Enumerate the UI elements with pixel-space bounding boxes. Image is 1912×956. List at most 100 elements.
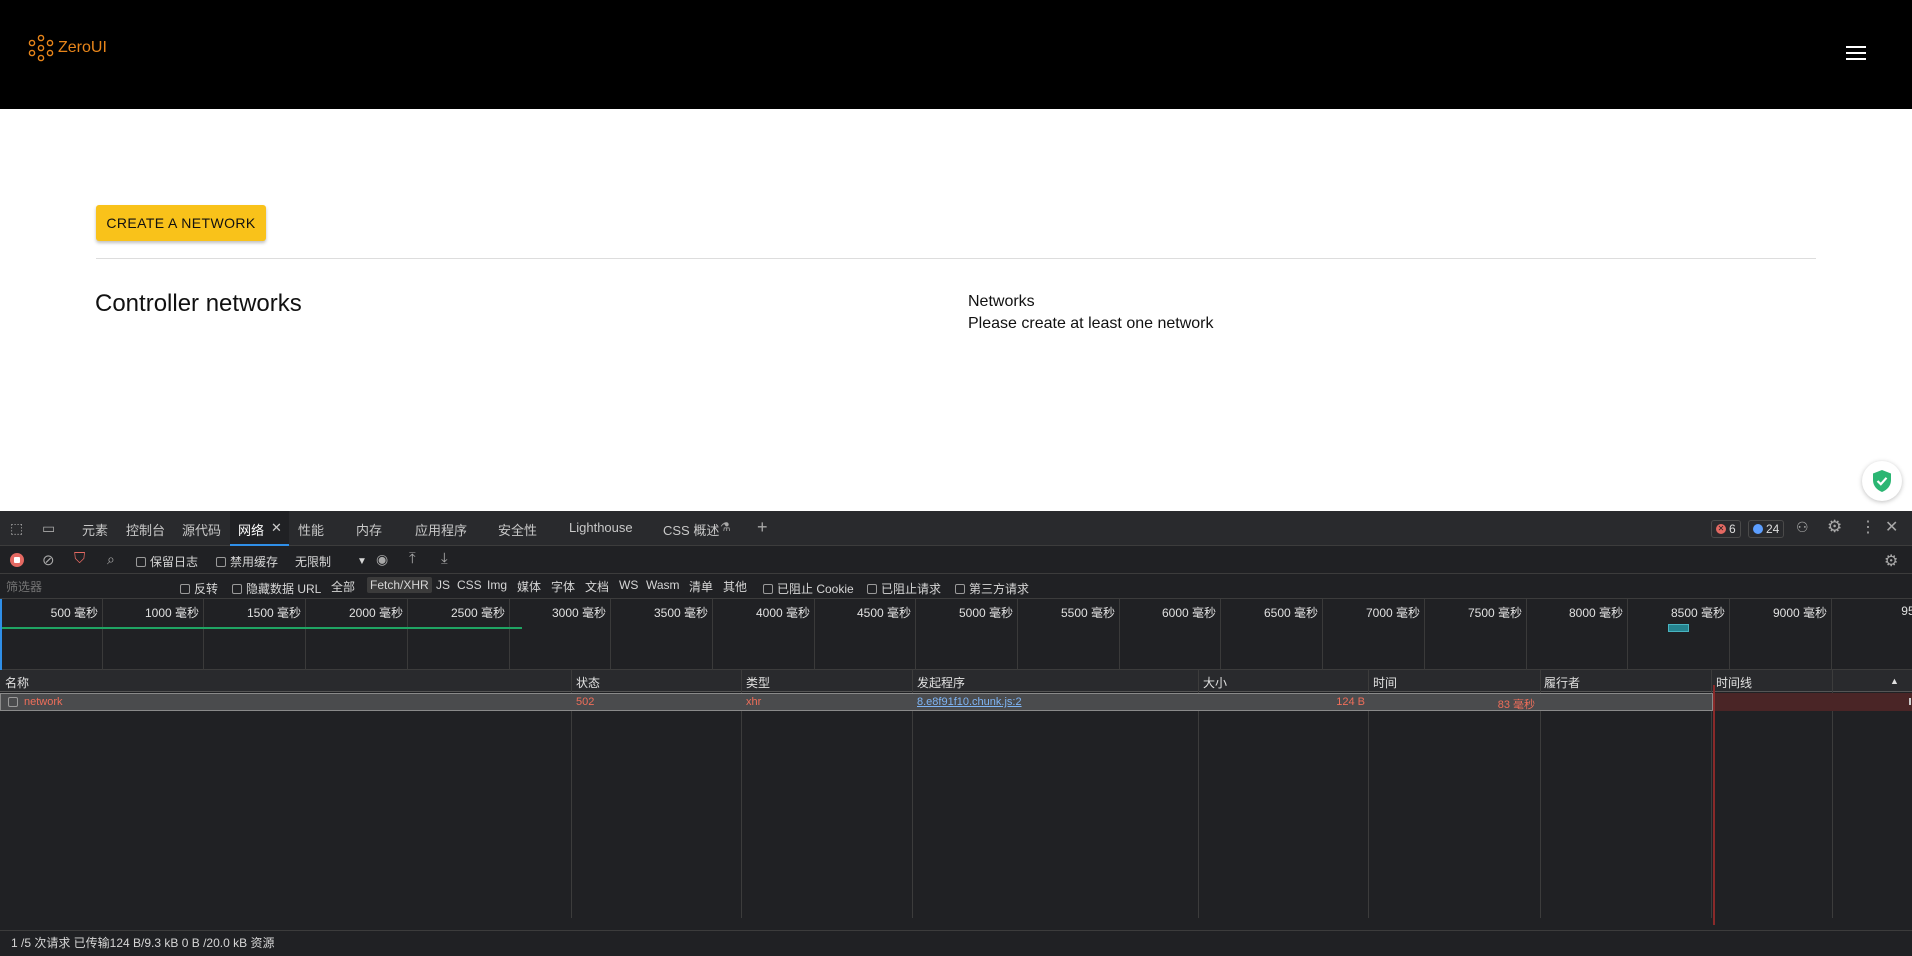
col-header-name[interactable]: 名称 [5, 674, 29, 691]
tab-elements[interactable]: 元素 [82, 520, 108, 539]
logo-text: ZeroUI [58, 39, 107, 56]
tab-memory[interactable]: 内存 [356, 520, 382, 539]
type-filter-fetch-xhr[interactable]: Fetch/XHR [367, 577, 432, 593]
logo[interactable]: ZeroUI [28, 34, 107, 62]
waterfall-marker [1713, 685, 1715, 925]
error-icon: ✕ [1716, 524, 1726, 534]
col-header-size[interactable]: 大小 [1203, 674, 1227, 691]
tab-console[interactable]: 控制台 [126, 520, 165, 539]
request-status: 502 [576, 696, 595, 708]
preserve-log-checkbox[interactable]: 保留日志 [136, 553, 198, 570]
overview-tick-label: 8500 毫秒 [1670, 606, 1725, 620]
search-icon[interactable]: ⌕ [107, 551, 115, 568]
blocked-cookies-checkbox[interactable]: 已阻止 Cookie [763, 580, 854, 597]
type-filter-ws[interactable]: WS [619, 578, 638, 592]
third-party-checkbox[interactable]: 第三方请求 [955, 580, 1029, 597]
table-row[interactable]: network 502 xhr 8.e8f91f10.chunk.js:2 12… [0, 693, 1713, 711]
type-filter-all[interactable]: 全部 [331, 578, 355, 595]
throttle-select[interactable]: 无限制 ▼ [295, 553, 367, 570]
divider [96, 258, 1816, 259]
overview-tick [1322, 599, 1323, 670]
flask-icon: ⚗ [720, 520, 731, 534]
request-initiator-link[interactable]: 8.e8f91f10.chunk.js:2 [917, 696, 1022, 708]
type-filter-media[interactable]: 媒体 [517, 578, 541, 595]
col-header-time[interactable]: 时间 [1373, 674, 1397, 691]
add-tab-icon[interactable]: + [757, 517, 768, 538]
overview-tick [203, 599, 204, 670]
overview-tick [1831, 599, 1832, 670]
type-filter-js[interactable]: JS [436, 578, 450, 592]
tab-sources[interactable]: 源代码 [182, 520, 221, 539]
network-conditions-icon[interactable]: ◉ [376, 551, 388, 568]
tab-security[interactable]: 安全性 [498, 520, 537, 539]
overview-tick [509, 599, 510, 670]
network-settings-icon[interactable]: ⚙ [1884, 551, 1898, 571]
networks-empty-message: Please create at least one network [968, 315, 1214, 332]
network-overview[interactable]: 500 毫秒 1000 毫秒 1500 毫秒 2000 毫秒 2500 毫秒 3000 毫… [0, 599, 1912, 670]
overview-tick [1119, 599, 1120, 670]
type-filter-img[interactable]: Img [487, 578, 507, 592]
tab-css-overview[interactable]: CSS 概述 [663, 520, 719, 539]
col-header-type[interactable]: 类型 [746, 674, 770, 691]
overview-tick-label: 5500 毫秒 [1060, 606, 1115, 620]
close-tab-icon[interactable]: ✕ [271, 520, 282, 536]
status-bar: 1 /5 次请求 已传输124 B/9.3 kB 0 B /20.0 kB 资源 [0, 930, 1912, 956]
gear-icon[interactable]: ⚙ [1827, 517, 1842, 537]
blocked-requests-checkbox[interactable]: 已阻止请求 [867, 580, 941, 597]
overview-tick [814, 599, 815, 670]
export-har-icon[interactable]: ⤓ [441, 550, 448, 567]
inspect-icon[interactable]: ⬚ [10, 520, 23, 537]
request-size: 124 B [1336, 696, 1365, 708]
message-badge[interactable]: 24 [1748, 520, 1785, 538]
create-network-button[interactable]: CREATE A NETWORK [96, 205, 266, 241]
overview-tick [915, 599, 916, 670]
app-header: ZeroUI [0, 0, 1912, 109]
tab-network[interactable]: 网络 [238, 520, 264, 539]
col-header-fulfilled-by[interactable]: 履行者 [1544, 674, 1580, 691]
col-header-waterfall[interactable]: 时间线 [1716, 674, 1752, 691]
record-stop-icon[interactable] [10, 553, 24, 567]
type-filter-other[interactable]: 其他 [723, 578, 747, 595]
request-name[interactable]: network [24, 696, 63, 708]
waterfall-bar [1909, 698, 1911, 705]
table-header: 名称 状态 类型 发起程序 大小 时间 履行者 时间线 ▲ [0, 670, 1912, 692]
tab-performance[interactable]: 性能 [298, 520, 324, 539]
message-count: 24 [1766, 522, 1780, 536]
tab-application[interactable]: 应用程序 [415, 520, 467, 539]
overview-tick-label: 1000 毫秒 [144, 606, 199, 620]
overview-tick [1627, 599, 1628, 670]
overview-tick-label: 7000 毫秒 [1365, 606, 1420, 620]
tab-lighthouse[interactable]: Lighthouse [569, 520, 633, 535]
close-devtools-icon[interactable]: ✕ [1885, 517, 1898, 537]
shield-check-icon[interactable] [1862, 461, 1902, 501]
type-filter-css[interactable]: CSS [457, 578, 482, 592]
filter-input[interactable] [3, 578, 165, 596]
col-header-initiator[interactable]: 发起程序 [917, 674, 965, 691]
logo-icon [28, 34, 54, 62]
clear-icon[interactable]: ⊘ [42, 551, 55, 569]
waterfall-cell [1713, 685, 1912, 925]
import-har-icon[interactable]: ⤒ [409, 550, 416, 567]
menu-icon[interactable] [1846, 46, 1866, 62]
row-checkbox[interactable] [8, 697, 18, 707]
request-bar [1668, 624, 1689, 632]
disable-cache-checkbox[interactable]: 禁用缓存 [216, 553, 278, 570]
device-toolbar-icon[interactable]: ▭ [42, 520, 55, 537]
type-filter-font[interactable]: 字体 [551, 578, 575, 595]
filter-icon[interactable]: ⛉ [74, 550, 85, 567]
error-count: 6 [1729, 522, 1736, 536]
col-header-status[interactable]: 状态 [576, 674, 600, 691]
type-filter-wasm[interactable]: Wasm [646, 578, 680, 592]
user-settings-icon[interactable]: ⚇ [1796, 519, 1809, 536]
error-badge[interactable]: ✕ 6 [1711, 520, 1741, 538]
type-filter-manifest[interactable]: 清单 [689, 578, 713, 595]
hide-data-urls-checkbox[interactable]: 隐藏数据 URL [232, 580, 321, 597]
network-toolbar: ⊘ ⛉ ⌕ 保留日志 禁用缓存 无限制 ▼ ◉ ⤒ ⤓ ⚙ [0, 546, 1912, 574]
invert-checkbox[interactable]: 反转 [180, 580, 218, 597]
more-options-icon[interactable]: ⋮ [1860, 517, 1876, 537]
overview-tick [1526, 599, 1527, 670]
overview-tick [1017, 599, 1018, 670]
sort-up-icon[interactable]: ▲ [1890, 676, 1899, 686]
type-filter-doc[interactable]: 文档 [585, 578, 609, 595]
overview-tick-label: 4000 毫秒 [755, 606, 810, 620]
